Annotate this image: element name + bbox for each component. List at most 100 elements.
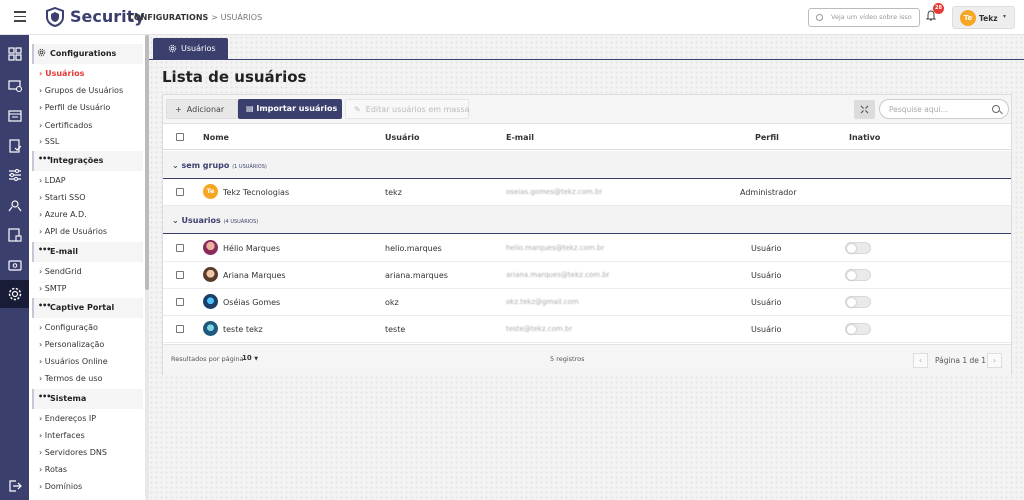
subnav-item-perfil-de-usuario[interactable]: › Perfil de Usuário [39, 103, 110, 112]
subnav-item-api-de-usuarios[interactable]: › API de Usuários [39, 227, 107, 236]
user-email: ariana.marques@tekz.com.br [506, 271, 610, 279]
subnav-item-interfaces[interactable]: › Interfaces [39, 431, 85, 440]
subnav-section-integracoes[interactable]: ••• Integrações [32, 151, 143, 171]
video-help-button[interactable]: Veja um vídeo sobre isso [808, 8, 920, 27]
collapse-filter-button[interactable] [854, 100, 875, 119]
row-checkbox[interactable] [176, 188, 184, 196]
subnav-item-grupos-de-usuarios[interactable]: › Grupos de Usuários [39, 86, 123, 95]
per-page-select[interactable]: 10 ▼ [242, 354, 258, 362]
subnav-section-title: E-mail [50, 247, 79, 256]
subnav-section-email[interactable]: ••• E-mail [32, 242, 143, 262]
clipboard-check-icon[interactable] [0, 132, 29, 160]
row-checkbox[interactable] [176, 325, 184, 333]
subnav-item-dominios[interactable]: › Domínios [39, 482, 82, 491]
row-checkbox[interactable] [176, 271, 184, 279]
table-row[interactable]: teste tekz teste teste@tekz.com.br Usuár… [163, 316, 1011, 343]
user-name: Tekz [979, 14, 998, 23]
subnav-item-label: Configuração [44, 323, 98, 332]
table-row[interactable]: Ariana Marques ariana.marques ariana.mar… [163, 262, 1011, 289]
sliders-icon[interactable] [0, 161, 29, 189]
subnav-item-certificados[interactable]: › Certificados [39, 121, 92, 130]
subnav-item-rotas[interactable]: › Rotas [39, 465, 67, 474]
search-placeholder: Pesquise aqui... [889, 105, 948, 114]
subnav-item-ldap[interactable]: › LDAP [39, 176, 66, 185]
subnav-section-sistema[interactable]: ••• Sistema [32, 389, 143, 409]
col-header-perfil[interactable]: Perfil [755, 133, 779, 142]
inactive-toggle[interactable] [845, 323, 871, 335]
table-row[interactable]: Te Tekz Tecnologias tekz oseias.gomes@te… [163, 179, 1011, 206]
subnav-item-ssl[interactable]: › SSL [39, 137, 59, 146]
monitor-settings-icon[interactable] [0, 72, 29, 100]
subnav-item-usuarios-online[interactable]: › Usuários Online [39, 357, 108, 366]
col-header-usuario[interactable]: Usuário [385, 133, 420, 142]
user-avatar [203, 294, 218, 309]
inactive-toggle[interactable] [845, 296, 871, 308]
user-full-name: Tekz Tecnologias [223, 188, 290, 197]
user-avatar [203, 267, 218, 282]
col-header-email[interactable]: E-mail [506, 133, 534, 142]
subnav-item-smtp[interactable]: › SMTP [39, 284, 66, 293]
inactive-toggle[interactable] [845, 269, 871, 281]
subnav-item-label: LDAP [44, 176, 66, 185]
logout-icon[interactable] [0, 472, 29, 500]
user-full-name: Hélio Marques [223, 244, 281, 253]
chevron-down-icon: ⌄ [172, 216, 179, 225]
subnav-item-enderecos-ip[interactable]: › Endereços IP [39, 414, 96, 423]
add-user-label: Adicionar [186, 105, 225, 114]
table-group-header[interactable]: ⌄ Usuarios (4 USUÁRIOS) [163, 206, 1011, 234]
row-checkbox[interactable] [176, 244, 184, 252]
card-icon[interactable] [0, 251, 29, 279]
search-input[interactable]: Pesquise aqui... [879, 99, 1009, 119]
network-settings-icon[interactable] [0, 191, 29, 219]
gear-icon[interactable] [0, 280, 29, 308]
subnav-item-label: Interfaces [44, 431, 85, 440]
col-header-nome[interactable]: Nome [203, 133, 229, 142]
add-user-button[interactable]: + Adicionar [166, 99, 238, 119]
user-menu-button[interactable]: Te Tekz ▾ [952, 6, 1015, 29]
dots-icon: ••• [38, 245, 51, 254]
hamburger-menu-icon[interactable] [14, 11, 26, 23]
user-full-name: teste tekz [223, 325, 263, 334]
table-footer: Resultados por página 10 ▼ 5 registros ‹… [163, 344, 1011, 375]
subnav-item-configuracao[interactable]: › Configuração [39, 323, 98, 332]
user-email: oseias.gomes@tekz.com.br [506, 188, 603, 196]
table-row[interactable]: Hélio Marques helio.marques helio.marque… [163, 235, 1011, 262]
select-all-checkbox[interactable] [176, 133, 184, 141]
subnav-item-sendgrid[interactable]: › SendGrid [39, 267, 82, 276]
subnav-section-title: Configurations [50, 49, 117, 58]
search-icon[interactable] [992, 105, 1000, 113]
subnav-item-servidores-dns[interactable]: › Servidores DNS [39, 448, 107, 457]
tab-usuarios[interactable]: Usuários [153, 38, 228, 59]
subnav-item-usuarios[interactable]: › Usuários [39, 69, 84, 78]
subnav-item-personalizacao[interactable]: › Personalização [39, 340, 104, 349]
table-group-header[interactable]: ⌄ sem grupo (1 USUÁRIOS) [163, 151, 1011, 179]
subnav-section-captive-portal[interactable]: ••• Captive Portal [32, 298, 143, 318]
row-checkbox[interactable] [176, 298, 184, 306]
subnav-section-configurations[interactable]: Configurations [32, 44, 143, 64]
breadcrumb-main[interactable]: CONFIGURATIONS [128, 13, 208, 22]
subnav-item-starti-sso[interactable]: › Starti SSO [39, 193, 86, 202]
dashboard-icon[interactable] [0, 40, 29, 68]
next-page-button[interactable]: › [987, 353, 1002, 368]
page-indicator: Página 1 de 1 [935, 356, 987, 365]
user-full-name: Oséias Gomes [223, 298, 281, 307]
security-shield-logo-icon [46, 7, 64, 27]
lock-id-icon[interactable] [0, 221, 29, 249]
group-count: (4 USUÁRIOS) [223, 219, 259, 225]
window-list-icon[interactable] [0, 102, 29, 130]
subnav-item-azure-ad[interactable]: › Azure A.D. [39, 210, 87, 219]
bulk-edit-button[interactable]: ✎ Editar usuários em massa [345, 99, 470, 119]
inactive-toggle[interactable] [845, 242, 871, 254]
subnav-item-label: Certificados [44, 121, 93, 130]
group-label: ⌄ Usuarios (4 USUÁRIOS) [172, 216, 258, 225]
dots-icon: ••• [38, 154, 51, 163]
user-full-name: Ariana Marques [223, 271, 286, 280]
prev-page-button[interactable]: ‹ [913, 353, 928, 368]
user-profile: Usuário [751, 244, 782, 253]
play-circle-icon [816, 14, 823, 21]
col-header-inativo[interactable]: Inativo [849, 133, 880, 142]
subnav-item-termos-de-uso[interactable]: › Termos de uso [39, 374, 102, 383]
import-users-button[interactable]: ▤ Importar usuários [238, 99, 342, 119]
subnav-item-label: Perfil de Usuário [44, 103, 111, 112]
table-row[interactable]: Oséias Gomes okz okz.tekz@gmail.com Usuá… [163, 289, 1011, 316]
